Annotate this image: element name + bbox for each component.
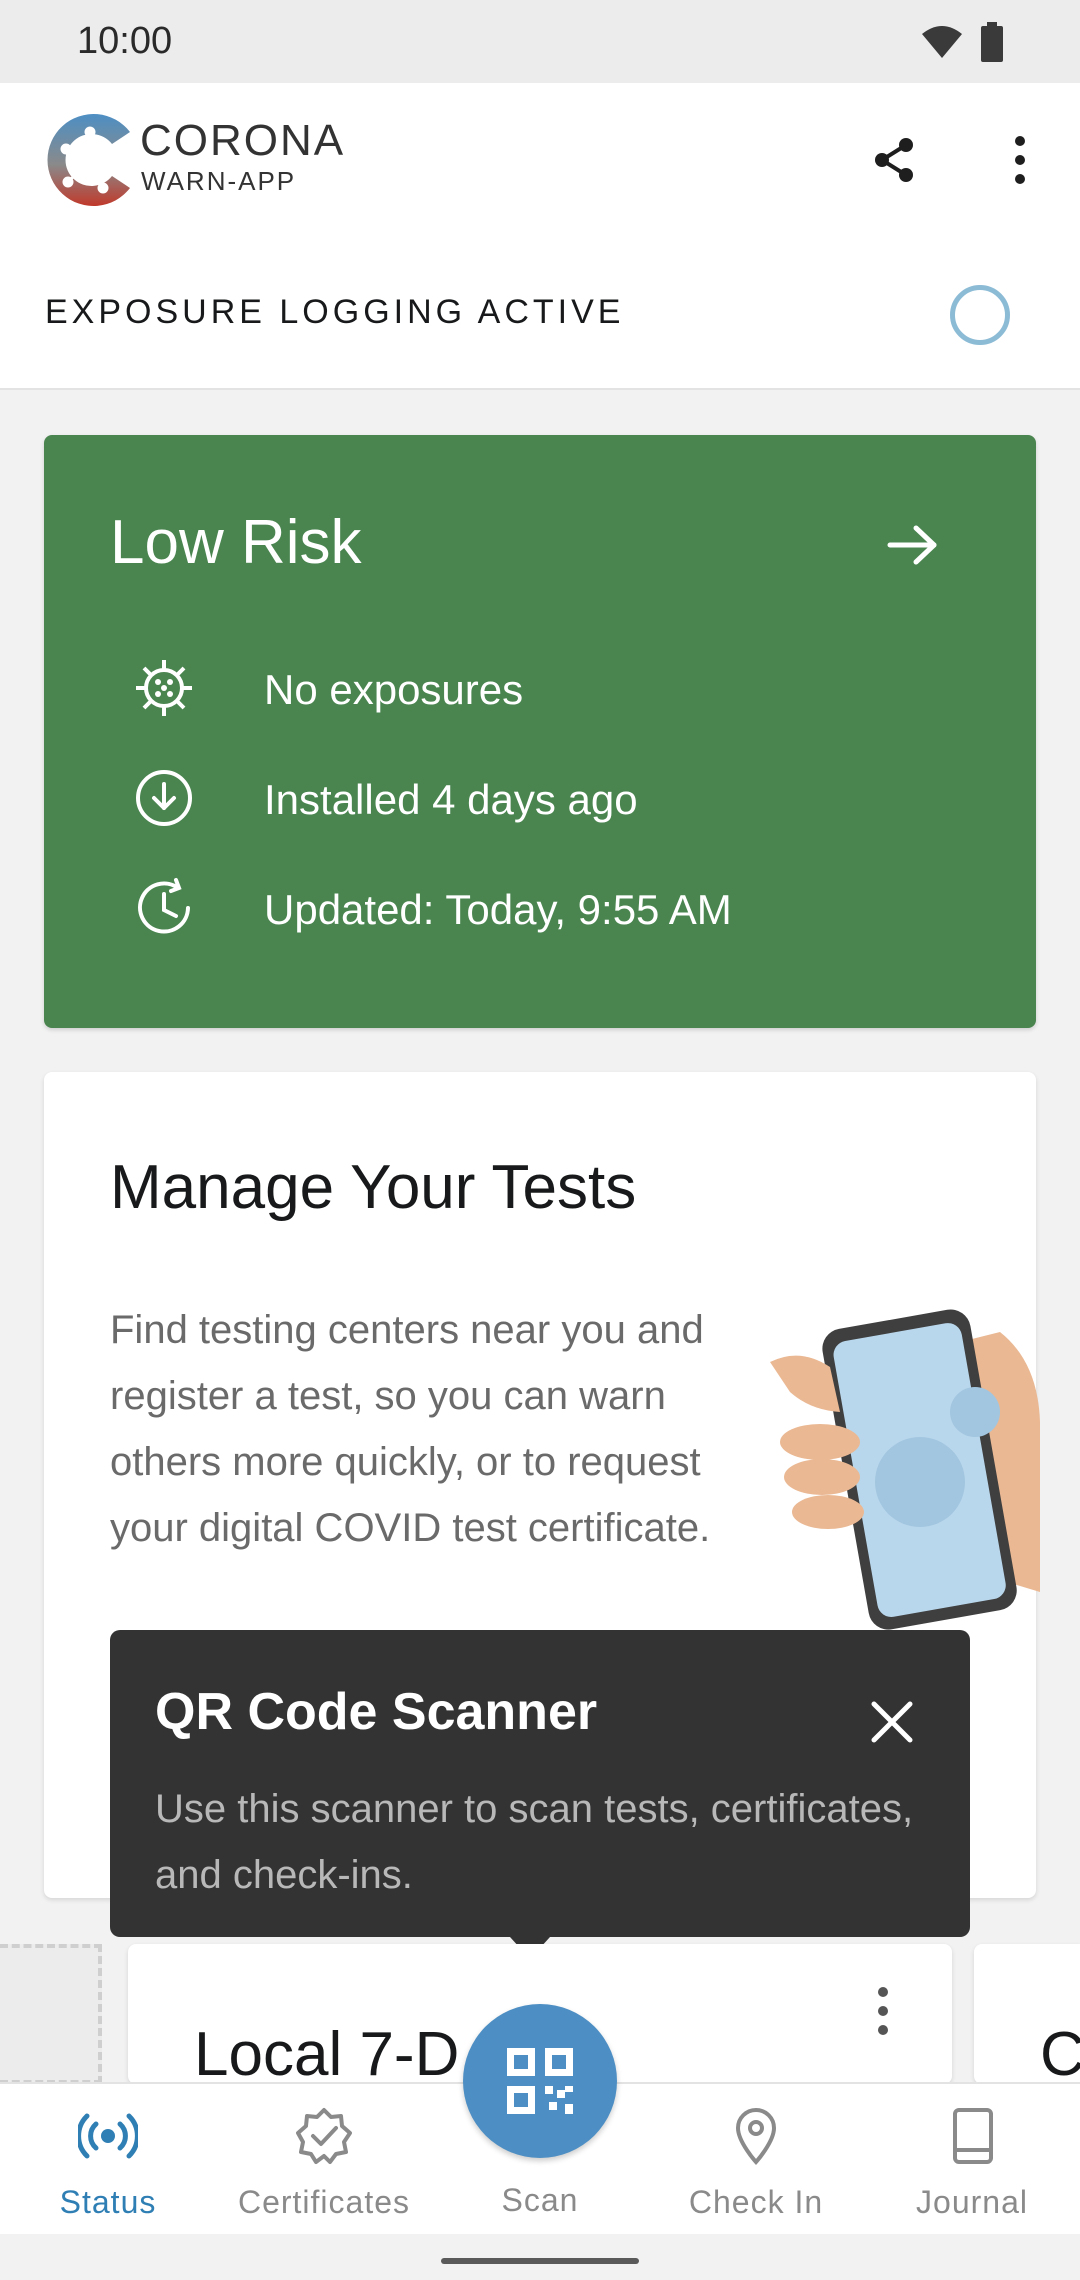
broadcast-icon — [78, 2113, 138, 2159]
overflow-menu-icon[interactable] — [1000, 133, 1040, 187]
home-gesture-bar[interactable] — [441, 2258, 639, 2264]
next-card-title: C — [1040, 2020, 1080, 2084]
virus-icon — [136, 660, 192, 716]
status-bar: 10:00 — [0, 0, 1080, 83]
location-pin-icon — [735, 2108, 777, 2165]
nav-certificates[interactable]: Certificates — [216, 2084, 432, 2236]
clock-refresh-icon — [138, 878, 190, 934]
nav-label: Certificates — [237, 2184, 411, 2220]
risk-row-installed: Installed 4 days ago — [44, 760, 1036, 830]
close-icon[interactable] — [862, 1692, 922, 1752]
overflow-menu-icon[interactable] — [868, 1984, 898, 2038]
logo-subtitle: WARN-APP — [141, 166, 297, 196]
nav-label: Status — [59, 2184, 157, 2220]
status-time: 10:00 — [77, 20, 173, 62]
risk-card[interactable]: Low Risk No exposures Installed 4 days a… — [44, 435, 1036, 1028]
nav-status[interactable]: Status — [0, 2084, 216, 2236]
logo-title: CORONA — [140, 116, 346, 165]
qr-code-icon — [507, 2048, 573, 2114]
nav-label: Check In — [688, 2184, 824, 2220]
risk-row-exposures: No exposures — [44, 650, 1036, 720]
incidence-title: Local 7-D — [194, 2020, 460, 2084]
nav-label-scan: Scan — [501, 2182, 579, 2218]
app-logo-icon — [47, 113, 131, 206]
carousel-placeholder-card — [0, 1944, 102, 2084]
app-header: CORONA WARN-APP EXPOSURE LOGGING ACTIVE — [0, 83, 1080, 390]
risk-row-updated: Updated: Today, 9:55 AM — [44, 870, 1036, 940]
risk-title: Low Risk — [110, 508, 362, 577]
next-carousel-card[interactable]: C — [974, 1944, 1080, 2084]
tooltip-body: Use this scanner to scan tests, certific… — [155, 1787, 914, 1897]
scan-button[interactable] — [463, 2004, 617, 2158]
share-icon[interactable] — [868, 133, 922, 187]
risk-row-text: No exposures — [264, 666, 524, 713]
wifi-icon — [922, 26, 962, 58]
risk-row-text: Installed 4 days ago — [264, 776, 638, 823]
qr-scanner-tooltip: QR Code Scanner Use this scanner to scan… — [110, 1630, 970, 1937]
exposure-logging-label[interactable]: EXPOSURE LOGGING ACTIVE — [45, 293, 624, 332]
tooltip-title: QR Code Scanner — [155, 1683, 598, 1741]
certificate-badge-icon — [296, 2108, 352, 2164]
arrow-right-icon — [887, 525, 937, 565]
system-navigation-area — [0, 2234, 1080, 2280]
book-icon — [953, 2108, 993, 2164]
download-circle-icon — [136, 770, 192, 826]
battery-icon — [981, 22, 1003, 62]
nav-journal[interactable]: Journal — [864, 2084, 1080, 2236]
tests-body: Find testing centers near you and regist… — [110, 1308, 711, 1550]
tests-title: Manage Your Tests — [110, 1153, 637, 1222]
exposure-status-ring-icon[interactable] — [950, 285, 1010, 345]
nav-check-in[interactable]: Check In — [648, 2084, 864, 2236]
nav-label: Journal — [916, 2184, 1028, 2220]
risk-row-text: Updated: Today, 9:55 AM — [264, 886, 732, 933]
